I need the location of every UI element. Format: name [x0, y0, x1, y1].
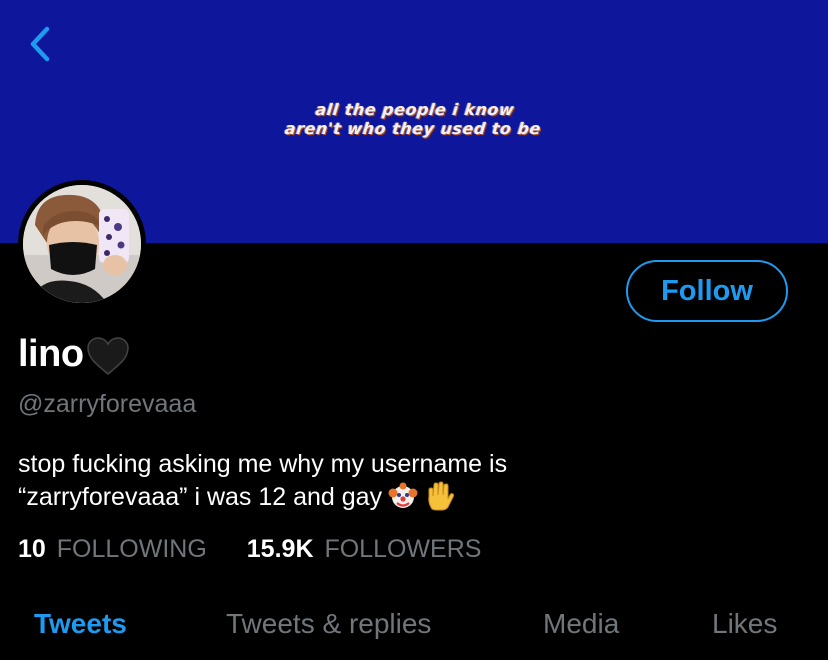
banner-caption-line1: all the people i know — [314, 100, 516, 119]
profile-stats: 10 FOLLOWING 15.9K FOLLOWERS — [18, 535, 481, 564]
avatar-image — [23, 185, 141, 303]
followers-count: 15.9K — [246, 535, 314, 563]
profile-tabs: Tweets Tweets & replies Media Likes — [0, 600, 828, 660]
display-name: lino — [18, 332, 130, 376]
bio-line1: stop fucking asking me why my username i… — [18, 450, 508, 478]
follow-button[interactable]: Follow — [626, 260, 788, 322]
banner-caption: all the people i know aren't who they us… — [0, 100, 828, 138]
banner-caption-line2: aren't who they used to be — [284, 119, 542, 138]
display-name-text: lino — [18, 332, 84, 375]
profile-screen: all the people i know aren't who they us… — [0, 0, 828, 660]
bio-line2: “zarryforevaaa” i was 12 and gay — [18, 483, 383, 511]
black-heart-icon — [86, 337, 129, 375]
tab-likes[interactable]: Likes — [712, 608, 777, 640]
bio-line2-wrap: “zarryforevaaa” i was 12 and gay — [18, 481, 638, 514]
avatar[interactable] — [18, 180, 146, 308]
raised-hand-icon — [424, 481, 455, 511]
tab-tweets[interactable]: Tweets — [34, 608, 127, 640]
handle: @zarryforevaaa — [18, 390, 197, 418]
following-count: 10 — [18, 535, 46, 563]
chevron-left-icon — [30, 26, 50, 62]
followers-label: FOLLOWERS — [324, 535, 482, 563]
following-label: FOLLOWING — [56, 535, 207, 563]
clown-face-icon — [388, 481, 418, 511]
following-stat[interactable]: 10 FOLLOWING — [18, 535, 207, 564]
back-button[interactable] — [18, 22, 62, 66]
bio: stop fucking asking me why my username i… — [18, 448, 638, 514]
tab-media[interactable]: Media — [543, 608, 619, 640]
tab-tweets-and-replies[interactable]: Tweets & replies — [226, 608, 431, 640]
followers-stat[interactable]: 15.9K FOLLOWERS — [247, 535, 482, 564]
